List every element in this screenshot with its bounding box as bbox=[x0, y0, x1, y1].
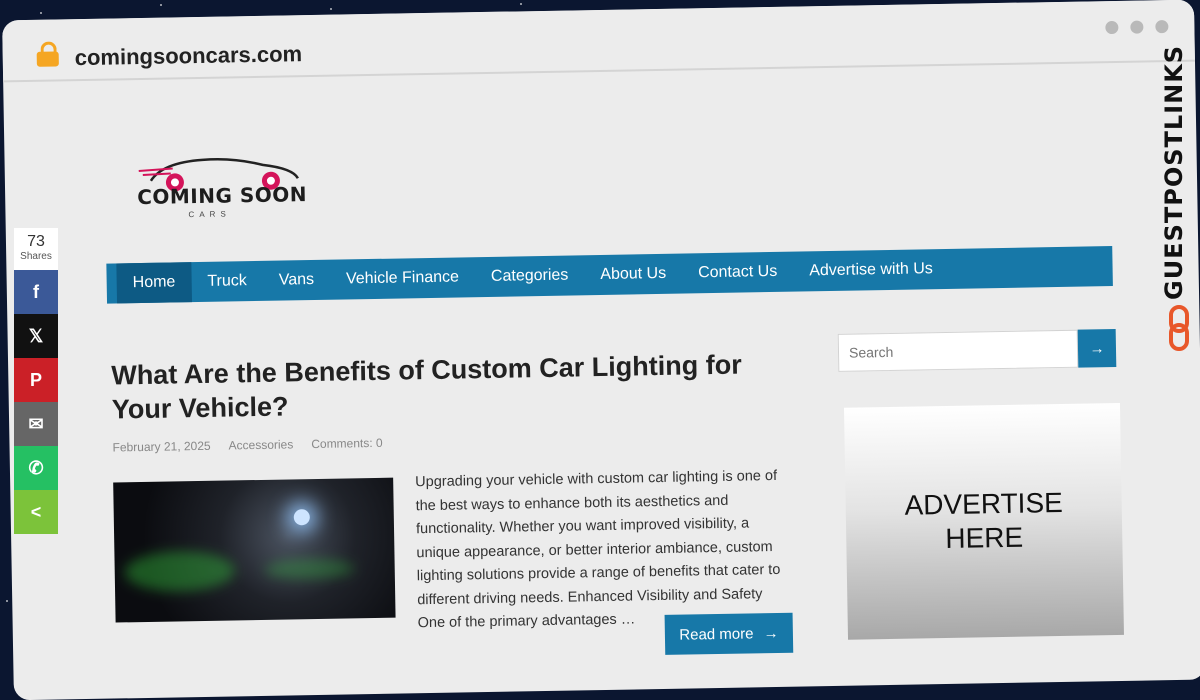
chain-link-icon bbox=[1169, 305, 1189, 351]
logo-subtext: CARS bbox=[188, 209, 231, 220]
post-title[interactable]: What Are the Benefits of Custom Car Ligh… bbox=[111, 347, 792, 427]
window-dot-icon[interactable] bbox=[1155, 20, 1169, 34]
arrow-right-icon: → bbox=[763, 624, 779, 642]
nav-item-home[interactable]: Home bbox=[116, 262, 192, 304]
window-controls bbox=[1105, 20, 1169, 35]
window-dot-icon[interactable] bbox=[1130, 20, 1144, 34]
url-text[interactable]: comingsooncars.com bbox=[75, 41, 303, 71]
post-meta: February 21, 2025 Accessories Comments: … bbox=[112, 436, 382, 455]
search-submit-button[interactable]: → bbox=[1077, 329, 1117, 368]
window-dot-icon[interactable] bbox=[1105, 20, 1119, 35]
nav-item-about-us[interactable]: About Us bbox=[584, 254, 682, 296]
main-navigation: Home Truck Vans Vehicle Finance Categori… bbox=[106, 246, 1113, 304]
search-field bbox=[837, 329, 1080, 372]
search-input[interactable] bbox=[838, 330, 1080, 371]
share-sidebar: 73 Shares f 𝕏 P ✉ ✆ < bbox=[14, 228, 66, 534]
advertise-text: ADVERTISE HERE bbox=[904, 486, 1064, 555]
whatsapp-icon: ✆ bbox=[28, 457, 44, 478]
site-logo[interactable]: COMING SOON CARS bbox=[132, 150, 308, 223]
x-share-button[interactable]: 𝕏 bbox=[14, 314, 58, 358]
nav-item-vans[interactable]: Vans bbox=[262, 260, 330, 301]
post-excerpt: Upgrading your vehicle with custom car l… bbox=[415, 467, 781, 632]
read-more-label: Read more bbox=[679, 624, 754, 644]
nav-item-vehicle-finance[interactable]: Vehicle Finance bbox=[330, 257, 476, 300]
guestpostlinks-badge: GUESTPOSTLINKS bbox=[1160, 45, 1200, 355]
browser-window: comingsooncars.com COMING SOON CARS Home… bbox=[2, 0, 1200, 700]
browser-address-bar: comingsooncars.com bbox=[2, 0, 1195, 83]
share-count: 73 bbox=[27, 233, 45, 250]
x-icon: 𝕏 bbox=[28, 325, 44, 346]
post-thumbnail[interactable] bbox=[113, 477, 396, 623]
post-date[interactable]: February 21, 2025 bbox=[112, 439, 210, 455]
generic-share-button[interactable]: < bbox=[14, 490, 58, 534]
logo-text: COMING SOON bbox=[136, 182, 308, 210]
nav-item-advertise[interactable]: Advertise with Us bbox=[793, 249, 949, 292]
share-icon: < bbox=[30, 501, 42, 522]
advertise-banner[interactable]: ADVERTISE HERE bbox=[843, 402, 1124, 640]
share-label: Shares bbox=[20, 251, 52, 262]
facebook-share-button[interactable]: f bbox=[14, 270, 58, 314]
arrow-right-icon: → bbox=[1089, 339, 1105, 357]
nav-item-truck[interactable]: Truck bbox=[191, 261, 263, 302]
nav-item-contact-us[interactable]: Contact Us bbox=[682, 252, 794, 294]
email-icon: ✉ bbox=[28, 413, 44, 434]
read-more-button[interactable]: Read more → bbox=[664, 612, 794, 655]
share-counter: 73 Shares bbox=[14, 228, 58, 270]
nav-item-categories[interactable]: Categories bbox=[475, 255, 585, 297]
email-share-button[interactable]: ✉ bbox=[14, 402, 58, 446]
post-comments[interactable]: Comments: 0 bbox=[311, 436, 383, 451]
whatsapp-share-button[interactable]: ✆ bbox=[14, 446, 58, 490]
post-category[interactable]: Accessories bbox=[228, 437, 293, 452]
brand-text: GUESTPOSTLINKS bbox=[1160, 44, 1188, 300]
pinterest-share-button[interactable]: P bbox=[14, 358, 58, 402]
facebook-icon: f bbox=[33, 281, 39, 302]
pinterest-icon: P bbox=[29, 369, 42, 390]
lock-icon bbox=[36, 41, 59, 67]
